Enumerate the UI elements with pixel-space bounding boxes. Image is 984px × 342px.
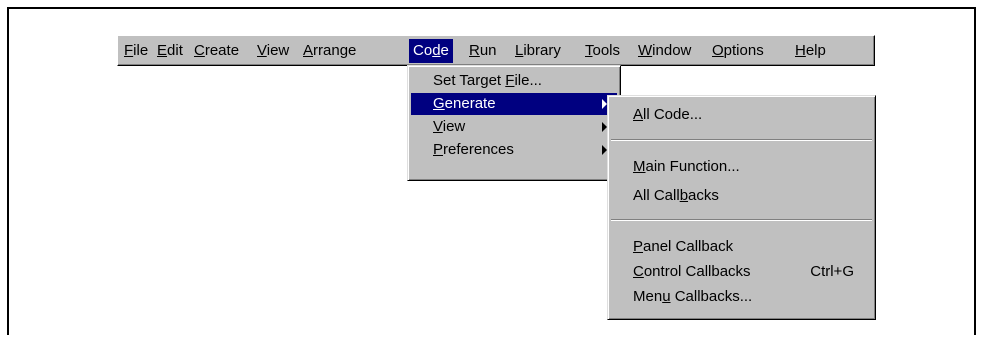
- generate-submenu: All Code... Main Function... All Callbac…: [607, 95, 876, 320]
- menu-library[interactable]: Library: [515, 39, 561, 63]
- menu-run[interactable]: Run: [469, 39, 497, 63]
- menu-view[interactable]: View: [257, 39, 289, 63]
- menu-item-main-function[interactable]: Main Function...: [611, 156, 872, 178]
- shortcut-label: Ctrl+G: [810, 263, 854, 280]
- menu-item-all-code[interactable]: All Code...: [611, 104, 872, 126]
- menu-tools[interactable]: Tools: [585, 39, 620, 63]
- menu-create[interactable]: Create: [194, 39, 239, 63]
- menu-item-panel-callback[interactable]: Panel Callback: [611, 236, 872, 258]
- menu-item-preferences[interactable]: Preferences: [411, 139, 617, 161]
- menu-file[interactable]: File: [124, 39, 148, 63]
- menu-separator: [611, 219, 872, 221]
- menu-code[interactable]: Code: [409, 39, 453, 63]
- menu-window[interactable]: Window: [638, 39, 691, 63]
- menu-bar: File Edit Create View Arrange Code Run L…: [117, 35, 875, 66]
- menu-item-generate[interactable]: Generate: [411, 93, 617, 115]
- menu-item-menu-callbacks[interactable]: Menu Callbacks...: [611, 286, 872, 308]
- menu-item-view[interactable]: View: [411, 116, 617, 138]
- menu-item-set-target-file[interactable]: Set Target File...: [411, 70, 617, 92]
- menu-help[interactable]: Help: [795, 39, 826, 63]
- menu-separator: [611, 139, 872, 141]
- menu-arrange[interactable]: Arrange: [303, 39, 356, 63]
- menu-item-control-callbacks[interactable]: Control Callbacks Ctrl+G: [611, 261, 872, 283]
- menu-item-all-callbacks[interactable]: All Callbacks: [611, 185, 872, 207]
- menu-options[interactable]: Options: [712, 39, 764, 63]
- code-menu-dropdown: Set Target File... Generate View Prefere…: [407, 65, 621, 181]
- menu-edit[interactable]: Edit: [157, 39, 183, 63]
